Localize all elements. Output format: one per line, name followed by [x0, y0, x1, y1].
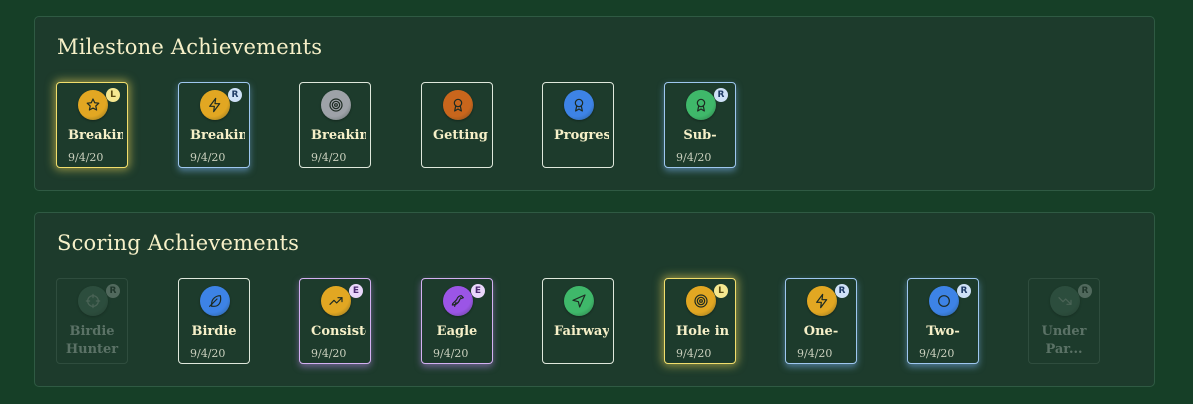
medal-crosshair-icon — [78, 286, 108, 316]
trending-down-icon — [1058, 297, 1072, 305]
rarity-badge: R — [714, 88, 728, 102]
achievement-card[interactable]: R One- 9/4/20 — [785, 278, 857, 364]
achievement-card[interactable]: R Breaking 9/4/20 — [178, 82, 250, 168]
achievement-name: Eagle — [436, 324, 478, 339]
medal-target-icon — [321, 90, 351, 120]
achievement-card[interactable]: R Birdie Hunter — [56, 278, 128, 364]
achievement-name: Sub- — [683, 128, 717, 143]
bird-icon — [451, 295, 464, 307]
achievement-card[interactable]: R Sub- 9/4/20 — [664, 82, 736, 168]
medal-circle-icon — [929, 286, 959, 316]
achievement-date: 9/4/20 — [919, 347, 955, 360]
achievement-date: 9/4/20 — [311, 151, 347, 164]
circle-icon — [938, 295, 950, 307]
achievement-card[interactable]: E Eagle 9/4/20 — [421, 278, 493, 364]
achievement-name: Fairway — [554, 324, 609, 339]
target-icon — [329, 98, 343, 112]
scoring-achievements-section: Scoring Achievements R Birdie Hunter Birdi… — [34, 212, 1155, 387]
achievement-date: 9/4/20 — [190, 347, 226, 360]
milestone-achievements-section: Milestone Achievements L Breaking 9/4/20 R B… — [34, 16, 1155, 191]
achievement-name: Hole in — [676, 324, 730, 339]
section-title: Milestone Achievements — [57, 35, 323, 59]
achievement-card[interactable]: L Hole in 9/4/20 — [664, 278, 736, 364]
bolt-icon — [209, 97, 221, 113]
rarity-badge: E — [471, 284, 485, 298]
achievement-card[interactable]: Birdie 9/4/20 — [178, 278, 250, 364]
achievement-date: 9/4/20 — [797, 347, 833, 360]
achievement-name: Progress — [554, 128, 609, 143]
achievement-date: 9/4/20 — [311, 347, 347, 360]
achievement-name: Consistent — [311, 324, 366, 339]
medal-award-icon — [686, 90, 716, 120]
rarity-badge: R — [957, 284, 971, 298]
achievement-date: 9/4/20 — [433, 347, 469, 360]
rarity-badge: R — [1078, 284, 1092, 298]
achievement-name: Breaking — [190, 128, 245, 143]
achievement-name: Two- — [926, 324, 960, 339]
achievement-date: 9/4/20 — [676, 151, 712, 164]
rarity-badge: R — [835, 284, 849, 298]
medal-bolt-icon — [807, 286, 837, 316]
achievement-name: Birdie Hunter — [65, 324, 119, 357]
rarity-badge: L — [714, 284, 728, 298]
achievement-card[interactable]: L Breaking 9/4/20 — [56, 82, 128, 168]
medal-award-icon — [564, 90, 594, 120]
achievement-card[interactable]: Progress — [542, 82, 614, 168]
section-title: Scoring Achievements — [57, 231, 300, 255]
star-icon — [86, 98, 100, 111]
achievement-date: 9/4/20 — [68, 151, 104, 164]
achievement-card[interactable]: R Two- 9/4/20 — [907, 278, 979, 364]
trending-up-icon — [329, 297, 343, 305]
achievement-name: Under Par... — [1041, 324, 1087, 357]
rarity-badge: R — [228, 88, 242, 102]
medal-target-icon — [686, 286, 716, 316]
achievement-card[interactable]: Fairway — [542, 278, 614, 364]
rarity-badge: L — [106, 88, 120, 102]
achievement-date: 9/4/20 — [190, 151, 226, 164]
achievement-name: Breaking — [68, 128, 123, 143]
award-icon — [574, 98, 584, 112]
feather-icon — [209, 295, 222, 307]
award-icon — [696, 98, 706, 112]
achievement-card[interactable]: E Consistent 9/4/20 — [299, 278, 371, 364]
medal-feather-icon — [200, 286, 230, 316]
bolt-icon — [816, 293, 828, 309]
medal-bolt-icon — [200, 90, 230, 120]
target-icon — [694, 294, 708, 308]
medal-award-icon — [443, 90, 473, 120]
navigation-icon — [572, 294, 586, 308]
achievement-name: Getting — [433, 128, 488, 143]
achievement-name: Breaking — [311, 128, 366, 143]
achievement-card[interactable]: Getting — [421, 82, 493, 168]
medal-navigation-icon — [564, 286, 594, 316]
rarity-badge: R — [106, 284, 120, 298]
achievement-name: One- — [803, 324, 839, 339]
achievement-date: 9/4/20 — [676, 347, 712, 360]
rarity-badge: E — [349, 284, 363, 298]
medal-bird-icon — [443, 286, 473, 316]
achievement-card[interactable]: R Under Par... — [1028, 278, 1100, 364]
medal-star-icon — [78, 90, 108, 120]
medal-trending-down-icon — [1050, 286, 1080, 316]
crosshair-icon — [85, 293, 101, 309]
achievement-name: Birdie — [191, 324, 237, 339]
achievement-card[interactable]: Breaking 9/4/20 — [299, 82, 371, 168]
medal-trending-up-icon — [321, 286, 351, 316]
award-icon — [453, 98, 463, 112]
